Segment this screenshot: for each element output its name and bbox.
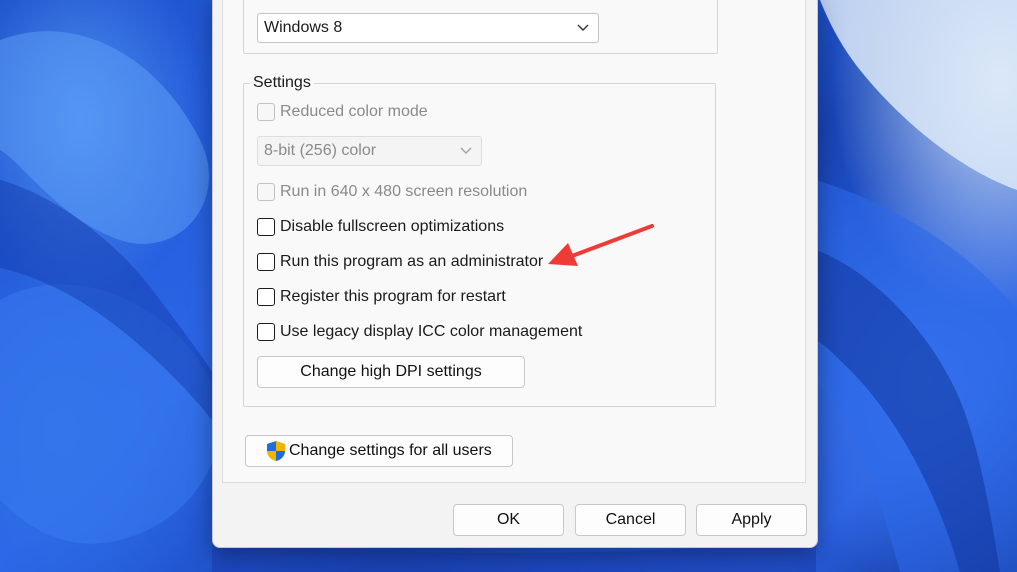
ok-button[interactable]: OK: [453, 504, 564, 536]
reduced-color-mode-checkbox[interactable]: Reduced color mode: [257, 100, 428, 124]
settings-legend: Settings: [250, 74, 314, 92]
compatibility-os-value: Windows 8: [264, 19, 343, 36]
checkbox-box: [257, 103, 275, 121]
checkbox-box: [257, 253, 275, 271]
uac-shield-icon: [267, 441, 285, 461]
checkbox-box: [257, 183, 275, 201]
disable-fullscreen-label: Disable fullscreen optimizations: [280, 218, 505, 235]
disable-fullscreen-optimizations-checkbox[interactable]: Disable fullscreen optimizations: [257, 215, 504, 239]
apply-button[interactable]: Apply: [696, 504, 807, 536]
compatibility-tab-panel: Windows 8 Settings Reduced color mode 8-…: [222, 0, 806, 483]
checkbox-box: [257, 218, 275, 236]
color-depth-value: 8-bit (256) color: [264, 142, 377, 159]
properties-dialog: Windows 8 Settings Reduced color mode 8-…: [212, 0, 818, 548]
change-high-dpi-settings-button[interactable]: Change high DPI settings: [257, 356, 525, 388]
change-settings-all-users-button[interactable]: Change settings for all users: [245, 435, 513, 467]
checkbox-box: [257, 323, 275, 341]
low-resolution-checkbox[interactable]: Run in 640 x 480 screen resolution: [257, 180, 527, 204]
color-depth-select[interactable]: 8-bit (256) color: [257, 136, 482, 166]
settings-group: Settings Reduced color mode 8-bit (256) …: [243, 74, 716, 407]
change-settings-all-users-label: Change settings for all users: [289, 442, 492, 459]
reduced-color-mode-label: Reduced color mode: [280, 103, 428, 120]
run-as-administrator-label: Run this program as an administrator: [280, 253, 544, 270]
run-as-administrator-checkbox[interactable]: Run this program as an administrator: [257, 250, 543, 274]
legacy-icc-checkbox[interactable]: Use legacy display ICC color management: [257, 320, 582, 344]
chevron-down-icon: [460, 147, 472, 154]
chevron-down-icon: [577, 24, 589, 31]
register-for-restart-checkbox[interactable]: Register this program for restart: [257, 285, 506, 309]
compatibility-os-select[interactable]: Windows 8: [257, 13, 599, 43]
low-resolution-label: Run in 640 x 480 screen resolution: [280, 183, 528, 200]
compatibility-mode-group: Windows 8: [243, 0, 718, 54]
legacy-icc-label: Use legacy display ICC color management: [280, 323, 583, 340]
cancel-button[interactable]: Cancel: [575, 504, 686, 536]
checkbox-box: [257, 288, 275, 306]
register-for-restart-label: Register this program for restart: [280, 288, 506, 305]
